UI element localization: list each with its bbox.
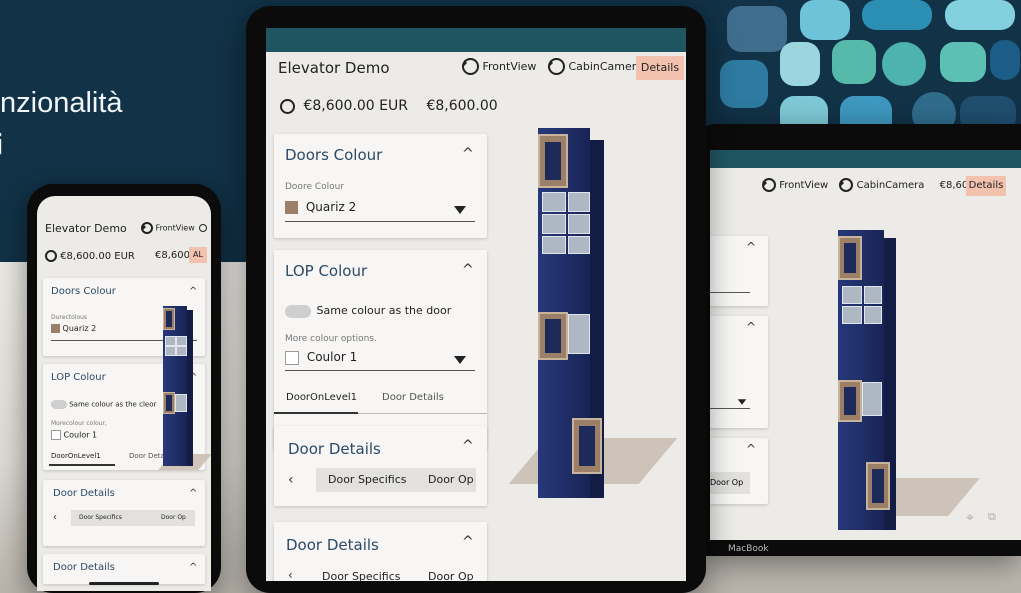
- laptop-frontview-button[interactable]: FrontView: [762, 178, 828, 192]
- more-colour-label: More colour options.: [285, 334, 377, 344]
- phone-door-details-card-2: Door Details ^: [43, 554, 205, 584]
- laptop-top-bar: [710, 150, 1021, 168]
- price-row: €8,600.00 EUR €8,600.00: [280, 98, 498, 114]
- laptop-screen: FrontView CabinCamera €8,600.00 Details …: [710, 150, 1021, 540]
- toggle-switch[interactable]: [51, 400, 67, 409]
- laptop-card-2: ^: [710, 316, 768, 428]
- toggle-switch[interactable]: [285, 304, 311, 318]
- swatch-bronze: [51, 324, 60, 333]
- lop-colour-title: LOP Colour: [285, 262, 368, 280]
- chevron-up-icon[interactable]: ^: [462, 438, 474, 454]
- tablet-top-bar: [266, 28, 686, 52]
- lop-colour-select[interactable]: Coulor 1: [285, 350, 357, 365]
- frontview-button[interactable]: FrontView: [462, 58, 536, 75]
- play-icon: [839, 178, 854, 192]
- elevator-tower-model: [163, 306, 197, 466]
- chevron-up-icon[interactable]: ^: [462, 534, 474, 550]
- price-radio[interactable]: [45, 250, 57, 262]
- door-op-label-2[interactable]: Door Op: [428, 570, 474, 581]
- laptop-card-3: ^ Door Op: [710, 438, 768, 504]
- phone-screen: Elevator Demo FrontView €8,600.00 EUR €8…: [37, 196, 211, 591]
- phone-doors-colour-title: Doors Colour: [51, 286, 116, 297]
- phone-door-details-title: Door Details: [53, 488, 115, 499]
- hero-heading-line2: i: [0, 128, 4, 161]
- same-colour-toggle[interactable]: Same colour as the door: [285, 304, 451, 318]
- chevron-up-icon[interactable]: ^: [462, 262, 474, 278]
- tab-door-details[interactable]: Door Details: [382, 392, 444, 403]
- phone-price-row: €8,600.00 EUR: [45, 250, 135, 262]
- dropdown-arrow-icon[interactable]: [454, 356, 466, 364]
- laptop-card-1: ^: [710, 236, 768, 306]
- doors-colour-label: Doore Colour: [285, 182, 345, 192]
- phone-doors-colour-label: Durectolous: [51, 314, 88, 321]
- chevron-up-icon[interactable]: ^: [462, 146, 474, 162]
- chevron-up-icon[interactable]: ^: [746, 442, 756, 456]
- phone-lop-colour-select[interactable]: Coulor 1: [51, 430, 97, 440]
- swatch-bronze: [285, 201, 298, 214]
- play-icon: [547, 58, 565, 75]
- laptop-details-button[interactable]: Details: [966, 176, 1006, 196]
- chevron-up-icon[interactable]: ^: [746, 240, 756, 254]
- phone-door-details-title-2: Door Details: [53, 562, 115, 573]
- cursor-icon: ⌖: [966, 510, 974, 526]
- chevron-up-icon[interactable]: ^: [189, 488, 197, 499]
- doors-colour-select[interactable]: Quariz 2: [285, 200, 356, 214]
- door-details-card: Door Details ^ ‹ Door Specifics Door Op: [274, 426, 487, 506]
- chevron-left-icon[interactable]: ‹: [53, 512, 57, 523]
- doors-colour-card: Doors Colour ^ Doore Colour Quariz 2: [274, 134, 487, 238]
- phone-device: Elevator Demo FrontView €8,600.00 EUR €8…: [27, 184, 221, 593]
- price-radio[interactable]: [280, 98, 295, 114]
- phone-more-colour-label: Morecolour colour,: [51, 420, 107, 427]
- chevron-up-icon[interactable]: ^: [189, 286, 197, 297]
- laptop-door-op[interactable]: Door Op: [710, 472, 750, 494]
- cabincamera-button[interactable]: CabinCamera: [547, 58, 643, 75]
- hero-heading: nzionalità: [0, 87, 123, 119]
- tablet-screen: Elevator Demo FrontView CabinCamera Deta…: [266, 28, 686, 581]
- details-button[interactable]: Details: [636, 56, 684, 80]
- play-icon: [462, 58, 479, 75]
- laptop-cabincamera-button[interactable]: CabinCamera: [839, 178, 924, 192]
- swatch-white: [285, 350, 299, 365]
- laptop-device: FrontView CabinCamera €8,600.00 Details …: [700, 124, 1021, 556]
- home-indicator: [89, 582, 159, 585]
- doors-colour-title: Doors Colour: [285, 146, 383, 164]
- phone-doors-colour-select[interactable]: Quariz 2: [51, 324, 96, 333]
- dropdown-arrow-icon[interactable]: [454, 206, 466, 214]
- chevron-left-icon[interactable]: ‹: [288, 568, 293, 581]
- door-specifics-tab[interactable]: Door Specifics Door Op: [316, 468, 476, 492]
- chevron-up-icon[interactable]: ^: [746, 320, 756, 334]
- price-primary: €8,600.00 EUR: [303, 98, 408, 114]
- phone-price-secondary: €8,600: [155, 250, 190, 261]
- laptop-brand: MacBook: [728, 544, 769, 554]
- phone-door-details-card: Door Details ^ ‹ Door Specifics Door Op: [43, 480, 205, 546]
- radio-icon[interactable]: [199, 224, 208, 232]
- door-details-title-2: Door Details: [286, 536, 379, 554]
- price-secondary: €8,600.00: [426, 98, 498, 114]
- phone-lop-colour-title: LOP Colour: [51, 372, 106, 383]
- phone-door-specifics-tab[interactable]: Door Specifics Door Op: [71, 510, 195, 526]
- lop-colour-card: LOP Colour ^ Same colour as the door Mor…: [274, 250, 487, 450]
- tab-dooronlevel1[interactable]: DoorOnLevel1: [286, 392, 357, 403]
- door-specifics-label-2[interactable]: Door Specifics: [322, 570, 401, 581]
- phone-app-title: Elevator Demo: [45, 222, 127, 235]
- chevron-up-icon[interactable]: ^: [189, 562, 197, 573]
- laptop-toolbar: FrontView CabinCamera €8,600.00: [762, 178, 991, 192]
- fullscreen-icon[interactable]: ⧉: [988, 510, 996, 524]
- dropdown-arrow-icon[interactable]: [737, 399, 747, 405]
- play-icon: [762, 178, 776, 192]
- tablet-device: Elevator Demo FrontView CabinCamera Deta…: [246, 6, 706, 593]
- swatch-white: [51, 430, 61, 440]
- phone-badge[interactable]: AL: [189, 247, 207, 263]
- play-icon: [141, 222, 153, 234]
- door-details-card-2: Door Details ^ ‹ Door Specifics Door Op: [274, 522, 487, 581]
- elevator-tower-model: [538, 128, 608, 498]
- app-title: Elevator Demo: [278, 59, 390, 77]
- phone-tab-dooronlevel1[interactable]: DoorOnLevel1: [51, 452, 101, 460]
- elevator-tower-model: [838, 230, 898, 530]
- chevron-left-icon[interactable]: ‹: [288, 472, 294, 488]
- phone-frontview-button[interactable]: FrontView: [141, 222, 208, 234]
- door-details-title: Door Details: [288, 440, 381, 458]
- phone-same-colour-toggle[interactable]: Same colour as the cleor: [51, 400, 156, 409]
